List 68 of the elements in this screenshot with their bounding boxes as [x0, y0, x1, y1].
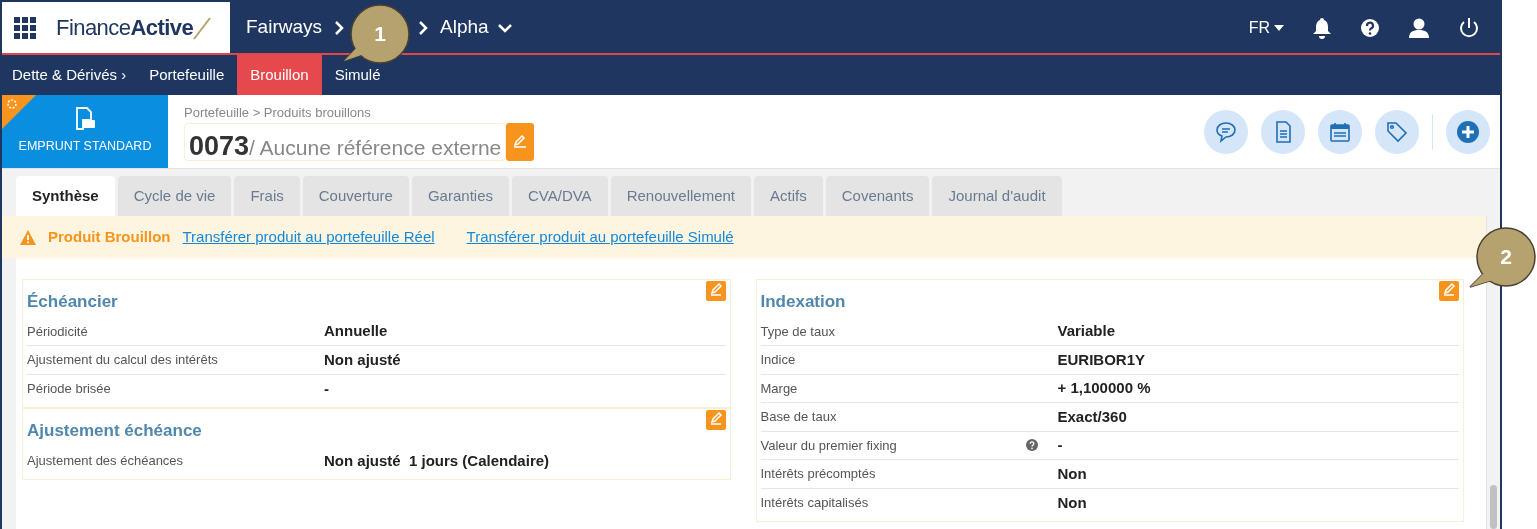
section-breadcrumb: Dette & Dérivés › — [11, 64, 128, 85]
comment-button[interactable] — [1204, 109, 1248, 154]
breadcrumb-path: Portefeuille > Produits brouillons — [184, 104, 372, 122]
logo: FinanceActive — [56, 11, 212, 44]
breadcrumb-link[interactable]: Fairways — [246, 13, 322, 42]
tab[interactable]: Cycle de vie — [117, 176, 232, 216]
nav-tab[interactable]: Brouillon — [237, 55, 322, 95]
field-value: - — [324, 378, 329, 399]
banner-title: Produit Brouillon — [48, 226, 171, 247]
field-label: Indice — [760, 351, 796, 369]
reference-field[interactable]: 0073/ Aucune référence externe — [184, 122, 507, 161]
field-value: Non — [1057, 492, 1087, 513]
tab[interactable]: Journal d'audit — [932, 176, 1062, 216]
tag-button[interactable] — [1375, 109, 1419, 154]
field-label: Base de taux — [760, 408, 837, 426]
language-dropdown[interactable]: FR — [1248, 15, 1284, 40]
nav-tab[interactable]: Simulé — [321, 67, 394, 83]
transfer-link[interactable]: Transférer produit au portefeuille Simulé — [466, 225, 734, 249]
tab[interactable]: Frais — [234, 176, 300, 216]
field-value: + 1,100000 % — [1057, 378, 1151, 398]
field-value: Annuelle — [324, 321, 388, 341]
field-label: Intérêts capitalisés — [760, 494, 869, 512]
field-label: Période brisée — [27, 380, 111, 398]
field-label: Ajustement des échéances — [27, 452, 184, 470]
chevron-right-icon — [418, 19, 428, 36]
tab[interactable]: Synthèse — [16, 176, 115, 216]
section-title: Indexation — [760, 291, 846, 313]
tab[interactable]: Renouvellement — [610, 176, 752, 216]
add-button[interactable] — [1446, 109, 1490, 154]
field-value: - — [1057, 435, 1063, 455]
field-value: EURIBOR1Y — [1057, 349, 1146, 370]
tab[interactable]: Garanties — [411, 176, 509, 216]
field-value: Variable — [1057, 321, 1116, 341]
tab[interactable]: Covenants — [825, 176, 930, 216]
field-value: Non — [1057, 463, 1087, 484]
tab[interactable]: CVA/DVA — [512, 176, 608, 216]
bell-icon[interactable] — [1312, 16, 1332, 39]
field-label: Périodicité — [27, 322, 88, 341]
field-value: Non ajusté — [324, 349, 401, 370]
chevron-down-icon — [496, 22, 513, 33]
scrollbar-thumb[interactable] — [1490, 485, 1497, 529]
field-label: Type de taux — [760, 322, 835, 341]
field-value: Non ajusté 1 jours (Calendaire) — [324, 450, 550, 471]
field-value: Exact/360 — [1057, 406, 1127, 427]
transfer-link[interactable]: Transférer produit au portefeuille Réel — [182, 225, 435, 249]
field-label: Valeur du premier fixing — [760, 436, 897, 455]
warning-icon — [20, 229, 36, 245]
caret-down-icon — [1274, 24, 1284, 31]
nav-tab[interactable]: Portefeuille — [136, 67, 238, 83]
section-title: Échéancier — [27, 291, 118, 313]
chevron-right-icon — [334, 19, 344, 36]
user-icon[interactable] — [1408, 16, 1430, 39]
add-icon — [1456, 119, 1480, 144]
power-icon[interactable] — [1458, 16, 1480, 39]
field-label: Ajustement du calcul des intérêts — [27, 351, 218, 369]
tag-icon — [1385, 119, 1409, 144]
comment-icon — [1214, 119, 1238, 144]
section-title: Ajustement échéance — [27, 420, 202, 442]
document-button[interactable] — [1261, 109, 1305, 154]
calendar-button[interactable] — [1318, 109, 1362, 154]
help-icon[interactable] — [1360, 17, 1380, 38]
tab[interactable]: Actifs — [754, 176, 823, 216]
breadcrumb-link[interactable]: Alpha — [440, 13, 489, 42]
tab[interactable]: Couverture — [302, 176, 409, 216]
field-label: Marge — [760, 379, 798, 398]
field-label: Intérêts précomptés — [760, 465, 876, 483]
apps-grid-icon[interactable] — [14, 16, 36, 39]
product-type-badge: EMPRUNT STANDARD — [2, 95, 168, 168]
